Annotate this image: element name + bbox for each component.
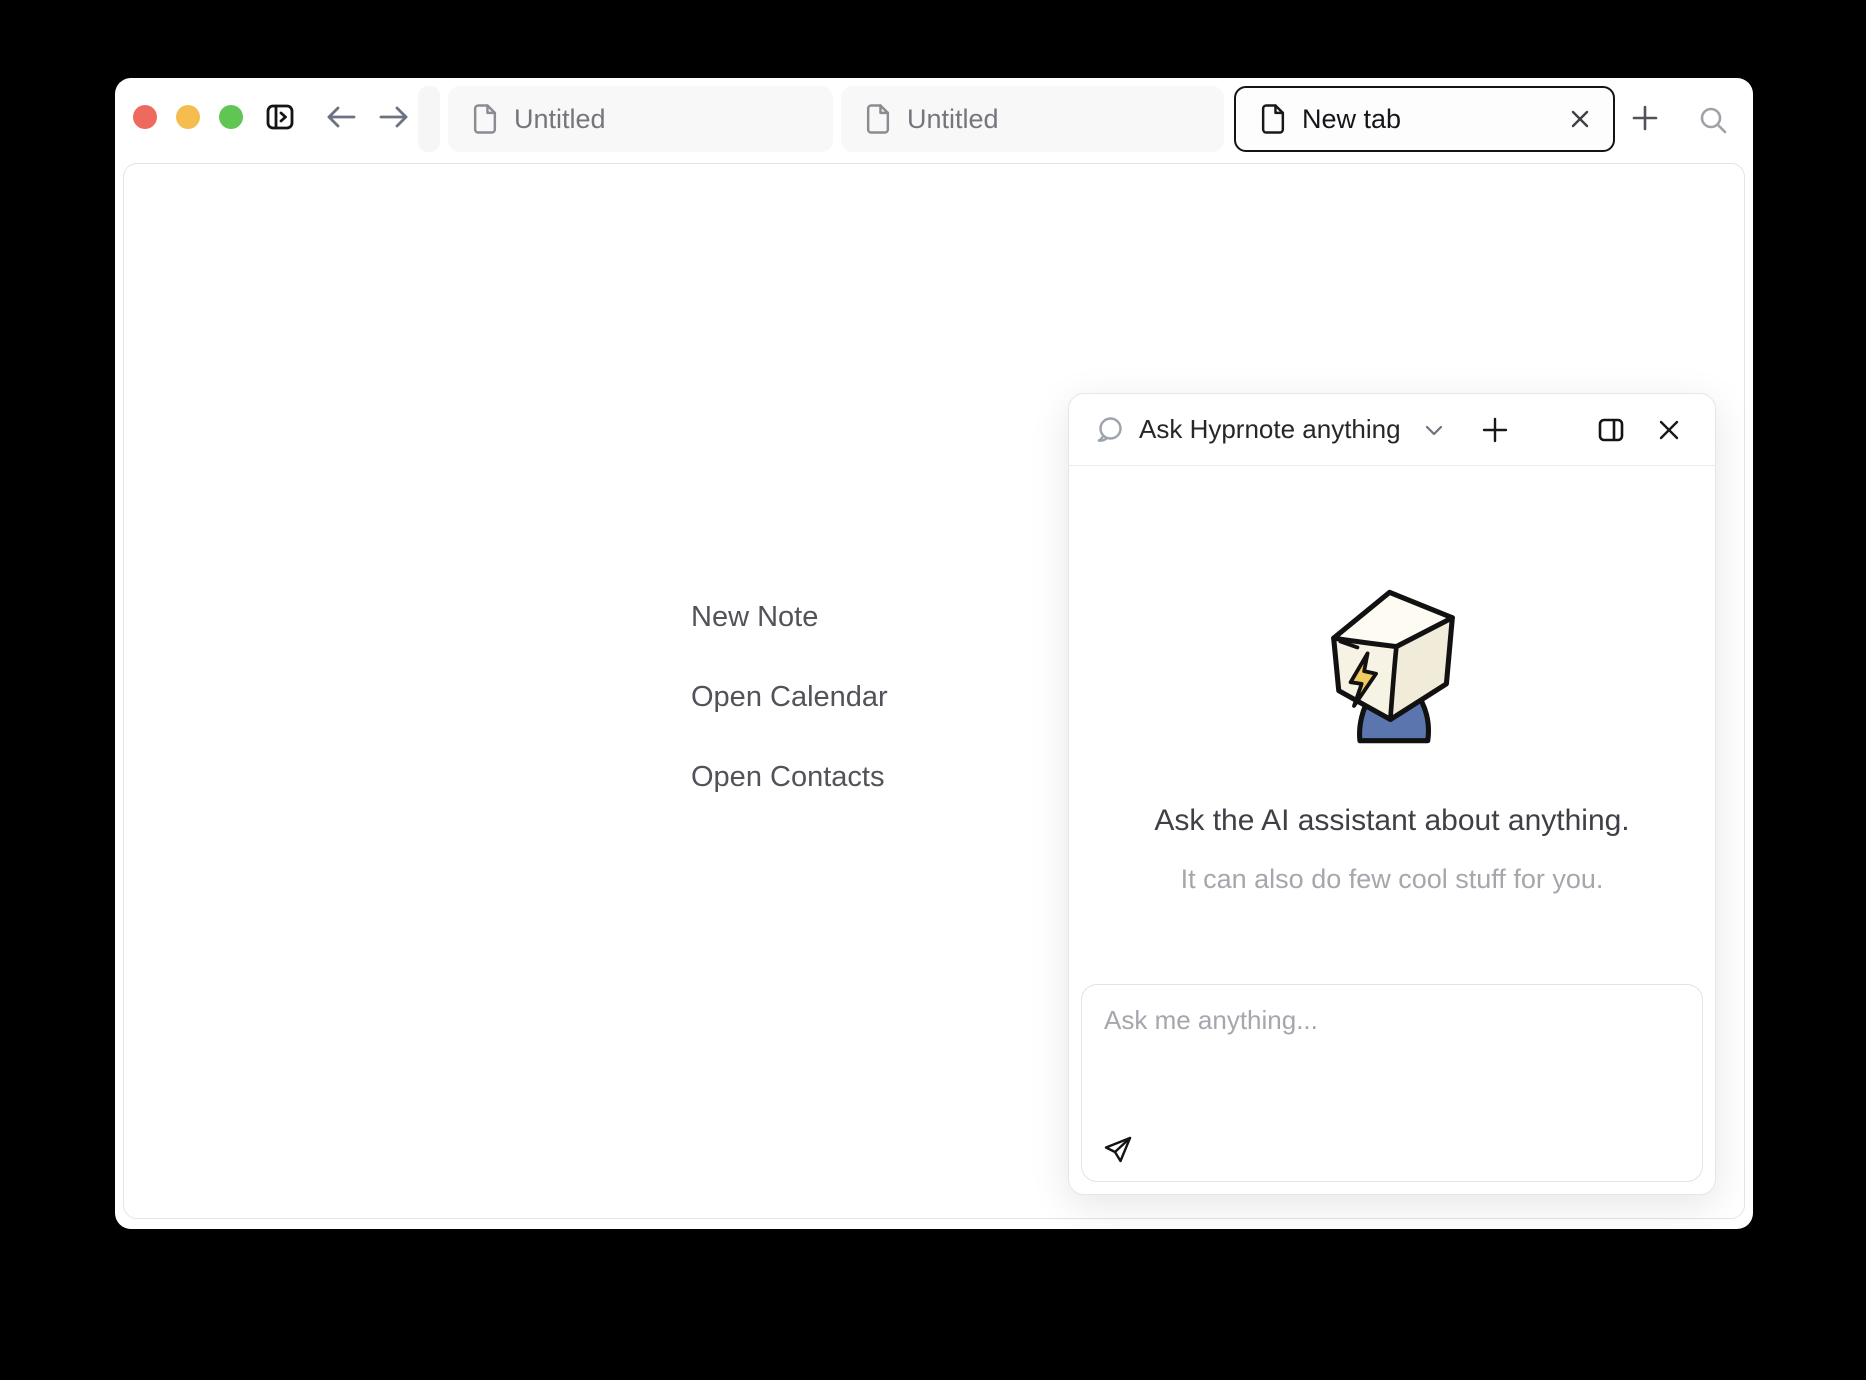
dock-panel-button[interactable] (1591, 410, 1631, 450)
open-calendar-link[interactable]: Open Calendar (691, 681, 888, 714)
forward-arrow-icon (377, 102, 411, 132)
send-button[interactable] (1098, 1129, 1138, 1169)
tab-label: Untitled (907, 104, 999, 135)
traffic-zoom-button[interactable] (219, 105, 243, 129)
traffic-minimize-button[interactable] (176, 105, 200, 129)
ai-assistant-panel: Ask Hyprnote anything (1068, 393, 1716, 1195)
send-icon (1101, 1132, 1135, 1166)
search-icon (1697, 104, 1729, 136)
new-note-link[interactable]: New Note (691, 601, 818, 634)
assistant-subheading: It can also do few cool stuff for you. (1069, 864, 1715, 895)
traffic-close-button[interactable] (133, 105, 157, 129)
panel-right-icon (1596, 415, 1626, 445)
tab-strip-edge (418, 86, 440, 152)
back-arrow-icon (324, 102, 358, 132)
assistant-session-dropdown[interactable]: Ask Hyprnote anything (1095, 414, 1447, 445)
chat-input-container (1081, 984, 1703, 1182)
tab-label: New tab (1302, 104, 1401, 135)
hyprnote-mascot-illustration (1308, 572, 1478, 750)
chevron-down-icon (1421, 417, 1447, 443)
tab-label: Untitled (514, 104, 606, 135)
tab-bar: Untitled Untitled New tab (115, 78, 1753, 163)
close-icon (1567, 106, 1593, 132)
close-tab-button[interactable] (1563, 102, 1597, 136)
back-button[interactable] (323, 100, 359, 134)
new-tab-button[interactable] (1627, 101, 1663, 135)
chat-input[interactable] (1082, 985, 1702, 1125)
file-icon (863, 103, 893, 135)
assistant-panel-header: Ask Hyprnote anything (1069, 394, 1715, 466)
plus-icon (1630, 103, 1660, 133)
assistant-heading: Ask the AI assistant about anything. (1069, 804, 1715, 838)
assistant-panel-title: Ask Hyprnote anything (1139, 414, 1401, 445)
sidebar-toggle-icon (264, 101, 296, 133)
chat-bubble-icon (1095, 415, 1125, 445)
tab-new-tab[interactable]: New tab (1234, 86, 1615, 152)
close-panel-button[interactable] (1649, 410, 1689, 450)
plus-icon (1480, 415, 1510, 445)
search-button[interactable] (1695, 103, 1731, 137)
forward-button[interactable] (376, 100, 412, 134)
tab-untitled-1[interactable]: Untitled (448, 86, 833, 152)
sidebar-toggle-button[interactable] (263, 100, 297, 134)
file-icon (1258, 103, 1288, 135)
tab-untitled-2[interactable]: Untitled (841, 86, 1224, 152)
new-chat-button[interactable] (1475, 410, 1515, 450)
close-icon (1655, 416, 1683, 444)
open-contacts-link[interactable]: Open Contacts (691, 761, 884, 794)
file-icon (470, 103, 500, 135)
